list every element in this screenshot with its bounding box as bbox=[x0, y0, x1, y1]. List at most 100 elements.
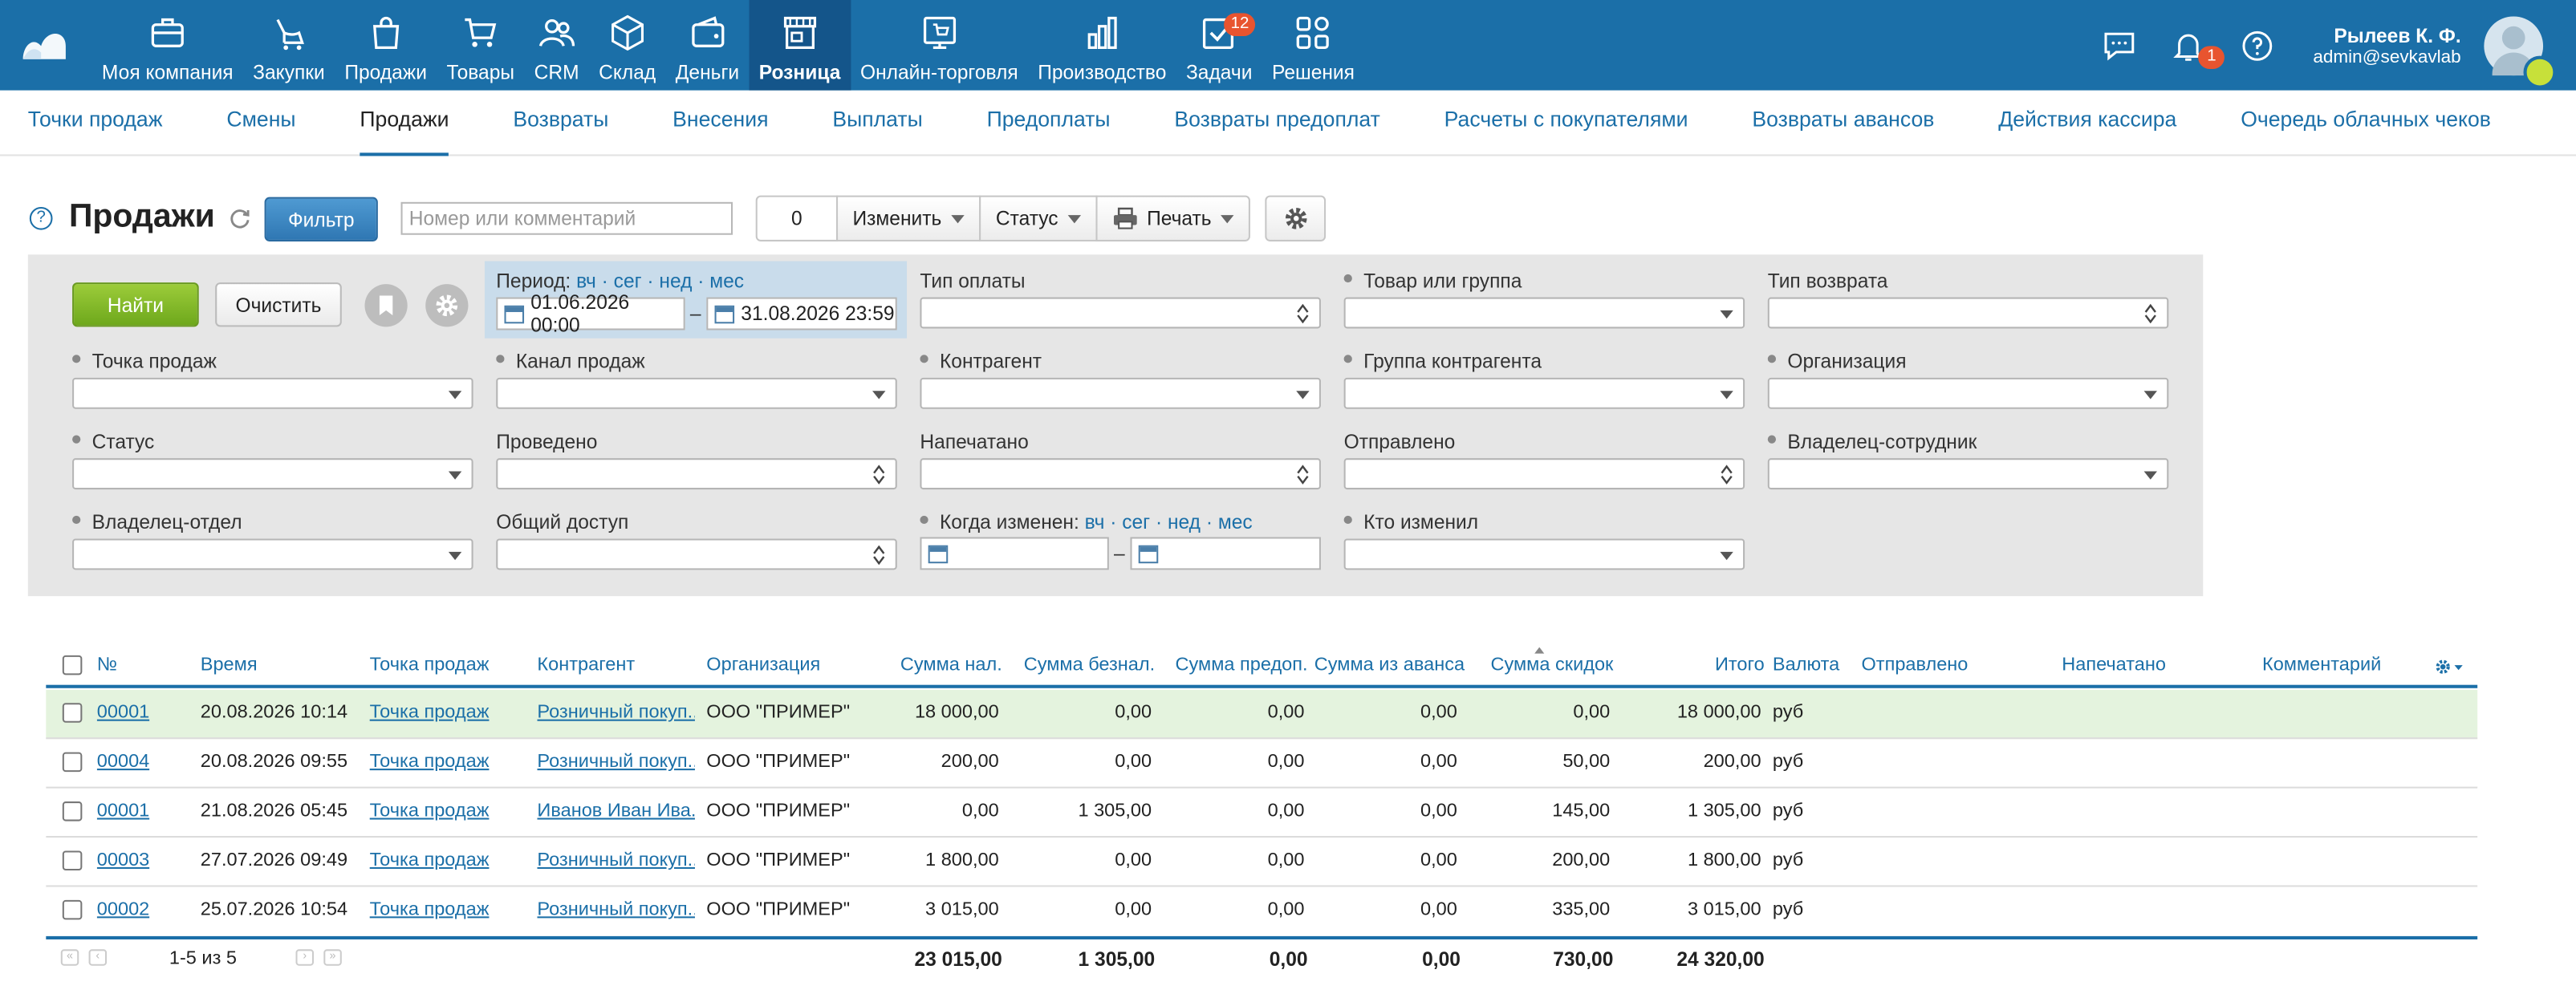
row-checkbox[interactable] bbox=[62, 703, 83, 723]
subnav-item-shifts[interactable]: Смены bbox=[226, 90, 295, 156]
row-checkbox[interactable] bbox=[62, 801, 83, 822]
first-page-icon[interactable]: « bbox=[60, 949, 79, 966]
topnav-my-company[interactable]: Моя компания bbox=[92, 0, 243, 91]
avatar[interactable] bbox=[2484, 15, 2557, 88]
row-point-of-sale-link[interactable]: Точка продаж bbox=[370, 850, 490, 870]
changed-by-select[interactable] bbox=[1343, 538, 1745, 570]
shared-access-select[interactable] bbox=[496, 538, 897, 570]
topnav-retail[interactable]: Розница bbox=[749, 0, 851, 91]
subnav-item-prepayment-returns[interactable]: Возвраты предоплат bbox=[1174, 90, 1379, 156]
filter-button[interactable]: Фильтр bbox=[264, 197, 378, 241]
subnav-item-payouts[interactable]: Выплаты bbox=[832, 90, 922, 156]
sent-select[interactable] bbox=[1343, 458, 1745, 490]
help-icon[interactable]: ? bbox=[29, 206, 53, 230]
find-button[interactable]: Найти bbox=[72, 282, 199, 327]
col-advance[interactable]: Сумма из аванса bbox=[1314, 655, 1465, 675]
organization-select[interactable] bbox=[1767, 377, 2169, 409]
calendar-icon[interactable] bbox=[504, 304, 525, 323]
row-checkbox[interactable] bbox=[62, 899, 83, 920]
row-number-link[interactable]: 00001 bbox=[97, 703, 149, 723]
next-page-icon[interactable]: › bbox=[295, 949, 315, 966]
topnav-production[interactable]: Производство bbox=[1028, 0, 1176, 91]
row-counterparty-link[interactable]: Розничный покуп... bbox=[537, 850, 695, 870]
subnav-item-advance-returns[interactable]: Возвраты авансов bbox=[1752, 90, 1934, 156]
print-dropdown[interactable]: Печать bbox=[1095, 195, 1251, 241]
row-number-link[interactable]: 00003 bbox=[97, 850, 149, 870]
col-counterparty[interactable]: Контрагент bbox=[537, 655, 635, 675]
date-from-input[interactable]: 01.06.2026 00:00 bbox=[496, 290, 685, 337]
col-cash[interactable]: Сумма нал. bbox=[884, 655, 1002, 675]
owner-department-select[interactable] bbox=[72, 538, 473, 570]
payment-type-select[interactable] bbox=[920, 297, 1321, 329]
col-total[interactable]: Итого bbox=[1672, 655, 1765, 675]
return-type-select[interactable] bbox=[1767, 297, 2169, 329]
prev-page-icon[interactable]: ‹ bbox=[88, 949, 108, 966]
topnav-crm[interactable]: CRM bbox=[524, 0, 589, 91]
status-select[interactable] bbox=[72, 458, 473, 490]
subnav-item-points-of-sale[interactable]: Точки продаж bbox=[28, 90, 163, 156]
topnav-sales[interactable]: Продажи bbox=[335, 0, 437, 91]
clear-button[interactable]: Очистить bbox=[215, 282, 342, 327]
col-sent[interactable]: Отправлено bbox=[1861, 655, 1968, 675]
subnav-item-cloud-receipts-queue[interactable]: Очередь облачных чеков bbox=[2241, 90, 2491, 156]
subnav-item-cashier-actions[interactable]: Действия кассира bbox=[1998, 90, 2176, 156]
row-checkbox[interactable] bbox=[62, 752, 83, 773]
date-to-input[interactable]: 31.08.2026 23:59 bbox=[706, 297, 897, 331]
status-dropdown[interactable]: Статус bbox=[979, 195, 1098, 241]
point-of-sale-select[interactable] bbox=[72, 377, 473, 409]
row-point-of-sale-link[interactable]: Точка продаж bbox=[370, 753, 490, 773]
row-counterparty-link[interactable]: Розничный покуп... bbox=[537, 753, 695, 773]
row-point-of-sale-link[interactable]: Точка продаж bbox=[370, 801, 490, 822]
col-point-of-sale[interactable]: Точка продаж bbox=[370, 655, 490, 675]
subnav-item-returns[interactable]: Возвраты bbox=[513, 90, 608, 156]
select-all-checkbox[interactable] bbox=[62, 655, 83, 675]
subnav-item-customer-settlements[interactable]: Расчеты с покупателями bbox=[1444, 90, 1688, 156]
change-dropdown[interactable]: Изменить bbox=[836, 195, 981, 241]
counterparty-group-select[interactable] bbox=[1343, 377, 1745, 409]
search-input[interactable] bbox=[400, 201, 733, 235]
subnav-item-prepayments[interactable]: Предоплаты bbox=[987, 90, 1111, 156]
col-time[interactable]: Время bbox=[201, 655, 258, 675]
row-number-link[interactable]: 00004 bbox=[97, 753, 149, 773]
col-number[interactable]: № bbox=[97, 655, 117, 675]
owner-employee-select[interactable] bbox=[1767, 458, 2169, 490]
row-counterparty-link[interactable]: Розничный покуп... bbox=[537, 900, 695, 920]
col-currency[interactable]: Валюта bbox=[1773, 655, 1839, 675]
subnav-item-sales[interactable]: Продажи bbox=[360, 90, 450, 156]
filter-settings-button[interactable] bbox=[425, 284, 469, 327]
settings-button[interactable] bbox=[1265, 195, 1327, 241]
row-number-link[interactable]: 00001 bbox=[97, 801, 149, 822]
subnav-item-deposits[interactable]: Внесения bbox=[672, 90, 768, 156]
printed-select[interactable] bbox=[920, 458, 1321, 490]
col-cashless[interactable]: Сумма безнал. bbox=[1015, 655, 1155, 675]
row-point-of-sale-link[interactable]: Точка продаж bbox=[370, 900, 490, 920]
topnav-warehouse[interactable]: Склад bbox=[589, 0, 666, 91]
row-counterparty-link[interactable]: Иванов Иван Ива... bbox=[537, 801, 695, 822]
row-point-of-sale-link[interactable]: Точка продаж bbox=[370, 703, 490, 723]
period-quick-links[interactable]: вч · сег · нед · мес bbox=[576, 270, 744, 293]
col-printed[interactable]: Напечатано bbox=[2062, 655, 2166, 675]
changed-from-input[interactable] bbox=[920, 537, 1109, 570]
topnav-online-trade[interactable]: Онлайн-торговля bbox=[851, 0, 1028, 91]
help-button[interactable] bbox=[2231, 19, 2284, 72]
counterparty-select[interactable] bbox=[920, 377, 1321, 409]
sales-channel-select[interactable] bbox=[496, 377, 897, 409]
table-row[interactable]: 00004 20.08.2026 09:55 Точка продаж Розн… bbox=[46, 739, 2478, 789]
topnav-solutions[interactable]: Решения bbox=[1262, 0, 1365, 91]
bookmark-button[interactable] bbox=[364, 284, 408, 327]
calendar-icon[interactable] bbox=[714, 304, 735, 323]
col-discount[interactable]: Сумма скидок bbox=[1475, 655, 1613, 675]
column-settings-icon[interactable] bbox=[2435, 659, 2464, 675]
topnav-tasks[interactable]: Задачи 12 bbox=[1176, 0, 1262, 91]
table-row[interactable]: 00003 27.07.2026 09:49 Точка продаж Розн… bbox=[46, 838, 2478, 887]
user-info[interactable]: Рылеев К. Ф. admin@sevkavlab bbox=[2313, 24, 2460, 67]
topnav-money[interactable]: Деньги bbox=[665, 0, 749, 91]
topnav-purchases[interactable]: Закупки bbox=[243, 0, 335, 91]
posted-select[interactable] bbox=[496, 458, 897, 490]
logo-icon[interactable] bbox=[20, 23, 69, 63]
row-checkbox[interactable] bbox=[62, 850, 83, 871]
col-organization[interactable]: Организация bbox=[706, 655, 820, 675]
calendar-icon[interactable] bbox=[1138, 544, 1159, 563]
col-prepaid[interactable]: Сумма предоп. bbox=[1163, 655, 1308, 675]
last-page-icon[interactable]: » bbox=[323, 949, 342, 966]
